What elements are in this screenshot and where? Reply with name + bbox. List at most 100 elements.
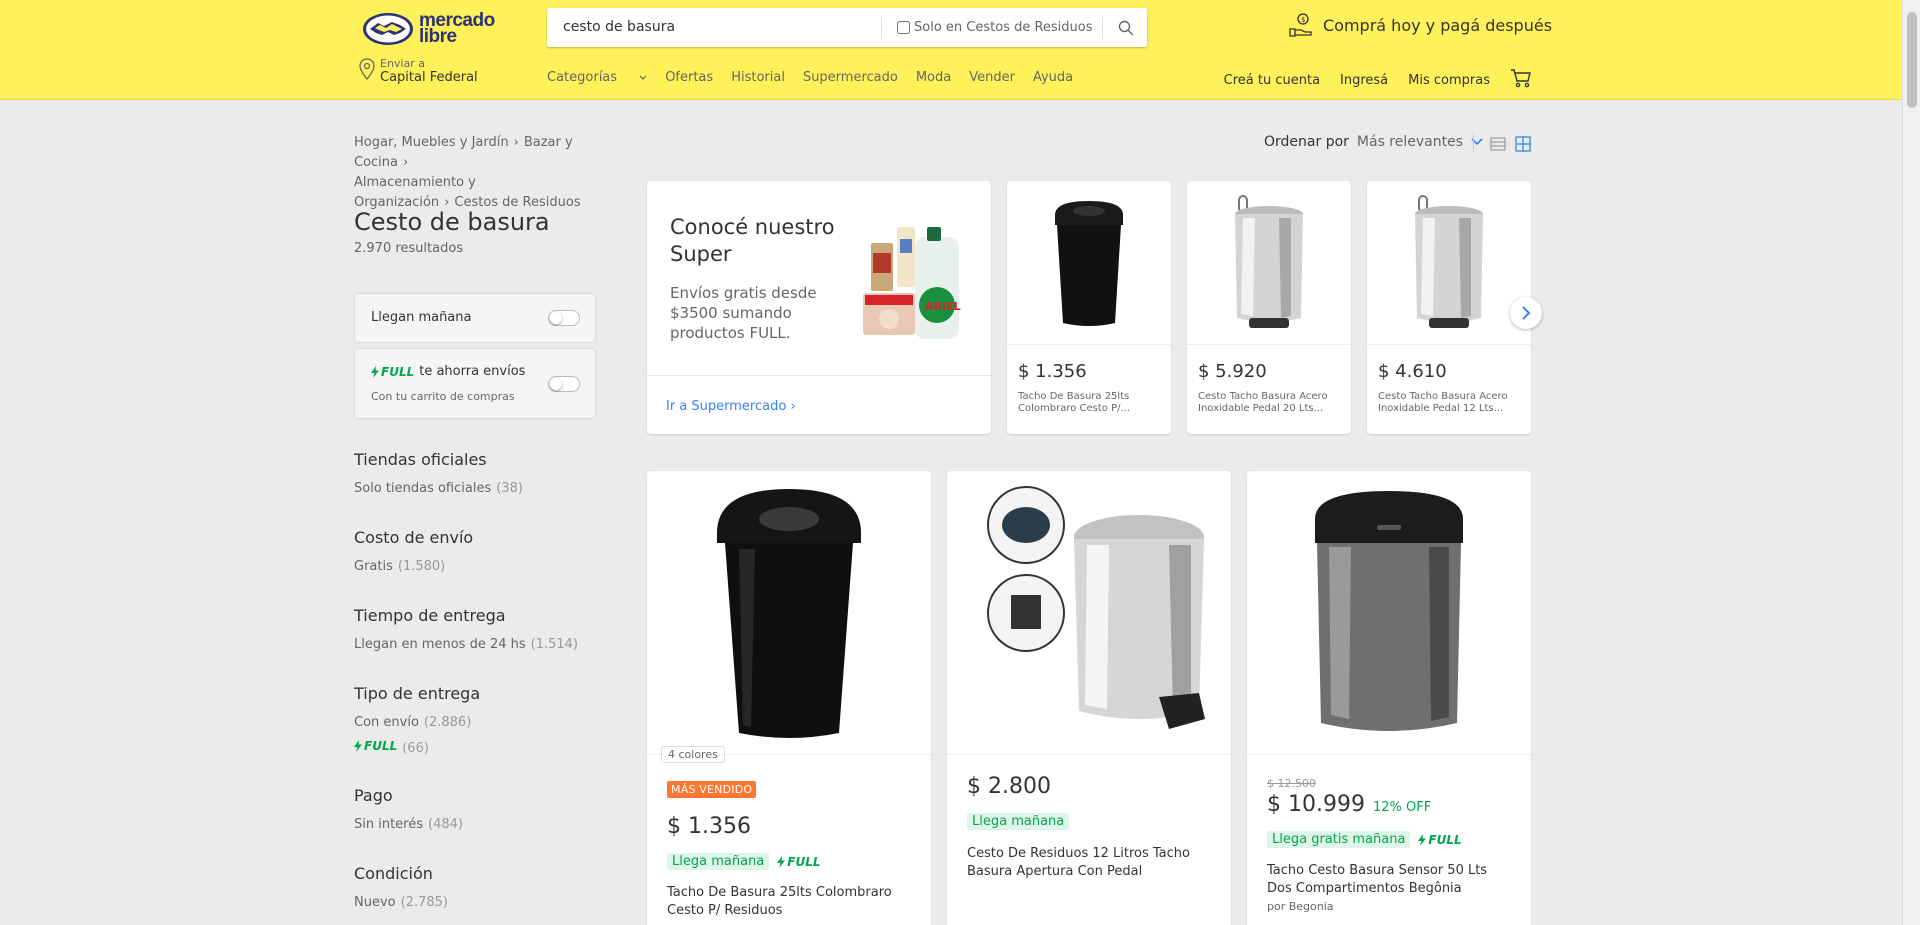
grid-view-button[interactable] bbox=[1515, 136, 1531, 156]
list-view-icon bbox=[1490, 137, 1506, 151]
option-label: Sin interés bbox=[354, 817, 424, 832]
price-value: $ 10.999 bbox=[1267, 792, 1365, 817]
filter-full[interactable]: FULL te ahorra envíos Con tu carrito de … bbox=[354, 348, 596, 419]
supermarket-promo-card[interactable]: Conocé nuestro Super Envíos gratis desde… bbox=[647, 181, 991, 434]
carousel-item[interactable]: $ 4.610 Cesto Tacho Basura Acero Inoxida… bbox=[1367, 181, 1531, 434]
shipping-location[interactable]: Enviar a Capital Federal bbox=[358, 58, 478, 86]
carousel-item[interactable]: $ 5.920 Cesto Tacho Basura Acero Inoxida… bbox=[1187, 181, 1351, 434]
view-divider bbox=[1473, 133, 1474, 153]
list-view-button[interactable] bbox=[1490, 136, 1506, 156]
buy-now-pay-later-promo[interactable]: $ Comprá hoy y pagá después bbox=[1288, 12, 1552, 38]
carousel-item[interactable]: $ 1.356 Tacho De Basura 25lts Colombraro… bbox=[1007, 181, 1171, 434]
product-image bbox=[1187, 181, 1351, 345]
mercadolibre-logo[interactable]: mercado libre bbox=[362, 10, 502, 48]
product-price: $ 2.800 bbox=[967, 774, 1051, 799]
arrive-tomorrow-toggle[interactable] bbox=[548, 310, 580, 326]
results-count: 2.970 resultados bbox=[354, 241, 464, 256]
filter-payment: Pago Sin interés (484) bbox=[354, 786, 604, 841]
chevron-right-icon: › bbox=[403, 155, 409, 170]
product-image bbox=[1007, 181, 1171, 345]
nav-item-supermarket[interactable]: Supermercado bbox=[803, 70, 898, 85]
colors-tag: 4 colores bbox=[661, 746, 725, 763]
nav-item-offers[interactable]: Ofertas bbox=[665, 70, 713, 85]
chevron-right-icon: › bbox=[790, 399, 796, 414]
product-card[interactable]: $ 12.500 $ 10.999 12% OFF Llega gratis ma… bbox=[1247, 471, 1531, 925]
option-label: Solo tiendas oficiales bbox=[354, 481, 492, 496]
black-trash-bin-image bbox=[717, 488, 861, 738]
lightning-icon bbox=[371, 365, 379, 378]
location-label: Enviar a bbox=[380, 57, 425, 70]
breadcrumb-item[interactable]: Hogar, Muebles y Jardín bbox=[354, 135, 509, 150]
header: mercado libre Solo en Cestos de Residuos… bbox=[0, 0, 1902, 100]
delivery-info: Llega mañana bbox=[967, 813, 1070, 830]
page-title: Cesto de basura bbox=[354, 208, 550, 236]
lightning-icon bbox=[354, 740, 362, 752]
chevron-right-icon: › bbox=[513, 135, 519, 150]
option-count: (2.785) bbox=[400, 895, 448, 910]
nav-item-help[interactable]: Ayuda bbox=[1033, 70, 1073, 85]
full-text: FULL bbox=[381, 364, 415, 379]
product-title[interactable]: Tacho De Basura 25lts Colombraro Cesto P… bbox=[667, 884, 912, 920]
search-button[interactable] bbox=[1105, 8, 1147, 47]
filter-option[interactable]: Gratis (1.580) bbox=[354, 559, 604, 574]
filter-arrive-tomorrow[interactable]: Llegan mañana bbox=[354, 293, 596, 343]
product-title[interactable]: Tacho Cesto Basura Sensor 50 Lts Dos Com… bbox=[1267, 862, 1512, 898]
scrollbar-thumb[interactable] bbox=[1907, 12, 1917, 108]
sensor-trash-bin-image bbox=[1315, 490, 1463, 731]
nav-item-categories[interactable]: Categorías bbox=[547, 70, 647, 85]
main-nav: Categorías Ofertas Historial Supermercad… bbox=[547, 70, 1091, 85]
full-badge: FULL bbox=[1418, 833, 1462, 847]
svg-text:$: $ bbox=[1301, 16, 1305, 24]
page-scrollbar[interactable] bbox=[1902, 0, 1920, 925]
my-purchases-link[interactable]: Mis compras bbox=[1408, 73, 1490, 88]
promo-text: Comprá hoy y pagá después bbox=[1323, 15, 1553, 35]
filter-official-stores: Tiendas oficiales Solo tiendas oficiales… bbox=[354, 450, 604, 505]
full-badge: FULL bbox=[777, 855, 820, 869]
scope-checkbox[interactable] bbox=[897, 21, 910, 34]
steel-pedal-bin-image bbox=[987, 485, 1205, 729]
product-title[interactable]: Cesto De Residuos 12 Litros Tacho Basura… bbox=[967, 845, 1212, 881]
steel-pedal-bin-image bbox=[1235, 194, 1303, 328]
option-label: FULL bbox=[364, 739, 398, 753]
filter-delivery-time: Tiempo de entrega Llegan en menos de 24 … bbox=[354, 606, 604, 661]
sort-label: Ordenar por bbox=[1264, 134, 1349, 150]
nav-item-history[interactable]: Historial bbox=[731, 70, 785, 85]
full-text: FULL bbox=[787, 854, 821, 869]
steel-pedal-bin-image bbox=[1415, 194, 1483, 328]
filter-option-full[interactable]: FULL (66) bbox=[354, 739, 604, 756]
cart-button[interactable] bbox=[1510, 68, 1532, 92]
create-account-link[interactable]: Creá tu cuenta bbox=[1224, 73, 1320, 88]
product-card[interactable]: $ 2.800 Llega mañana Cesto De Residuos 1… bbox=[947, 471, 1231, 925]
search-scope-checkbox[interactable]: Solo en Cestos de Residuos bbox=[897, 20, 1093, 35]
black-trash-bin-image bbox=[1055, 200, 1123, 326]
product-card[interactable]: 4 colores MÁS VENDIDO $ 1.356 Llega maña… bbox=[647, 471, 931, 925]
filter-option[interactable]: Nuevo (2.785) bbox=[354, 895, 604, 910]
filter-option[interactable]: Llegan en menos de 24 hs (1.514) bbox=[354, 637, 604, 652]
full-filter-text: te ahorra envíos bbox=[419, 364, 526, 379]
cart-icon bbox=[1511, 69, 1531, 88]
option-label: Gratis bbox=[354, 559, 393, 574]
option-count: (484) bbox=[428, 817, 463, 832]
original-price: $ 12.500 bbox=[1267, 777, 1316, 790]
option-count: (1.580) bbox=[397, 559, 446, 574]
nav-item-sell[interactable]: Vender bbox=[969, 70, 1015, 85]
product-price: $ 1.356 bbox=[1018, 361, 1087, 382]
login-link[interactable]: Ingresá bbox=[1340, 73, 1388, 88]
filter-option[interactable]: Con envío (2.886) bbox=[354, 715, 604, 730]
go-to-supermarket-link[interactable]: Ir a Supermercado › bbox=[666, 399, 796, 414]
location-value: Capital Federal bbox=[380, 70, 478, 85]
product-image bbox=[947, 471, 1231, 755]
sort-dropdown[interactable]: Ordenar por Más relevantes bbox=[1264, 134, 1483, 150]
option-label: Llegan en menos de 24 hs bbox=[354, 637, 526, 652]
lightning-icon bbox=[777, 855, 786, 868]
carousel-next-button[interactable] bbox=[1510, 297, 1542, 329]
filter-option[interactable]: Solo tiendas oficiales (38) bbox=[354, 481, 604, 496]
filter-delivery-type: Tipo de entrega Con envío (2.886) FULL (66… bbox=[354, 684, 604, 765]
option-count: (1.514) bbox=[530, 637, 579, 652]
filter-option[interactable]: Sin interés (484) bbox=[354, 817, 604, 832]
nav-item-fashion[interactable]: Moda bbox=[916, 70, 951, 85]
search-input[interactable] bbox=[563, 16, 863, 38]
full-toggle[interactable] bbox=[548, 376, 580, 392]
promo-subtitle: Envíos gratis desde $3500 sumando produc… bbox=[670, 284, 817, 342]
handshake-logo-icon bbox=[363, 13, 413, 45]
